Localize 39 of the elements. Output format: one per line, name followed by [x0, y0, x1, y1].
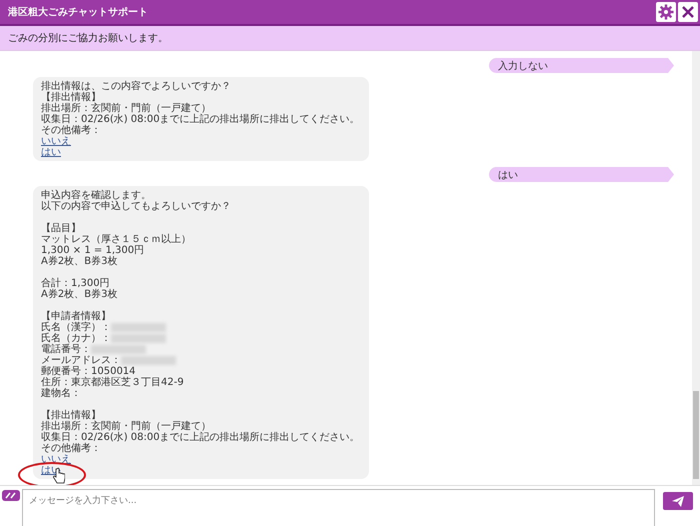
message-text: 1,300 × 1 = 1,300円	[41, 245, 144, 256]
message-text: 合計：1,300円	[41, 278, 110, 289]
message-text: 氏名（カナ）：	[41, 333, 111, 344]
notice-text: ごみの分別にご協力お願いします。	[8, 32, 168, 45]
message-text: 以下の内容で申込してもよろしいですか？	[41, 201, 231, 212]
message-text: A券2枚、B券3枚	[41, 256, 118, 267]
message-text: マットレス（厚さ１５ｃｍ以上）	[41, 234, 191, 245]
message-text: 排出場所：玄関前・門前（一戸建て）	[41, 421, 211, 432]
close-button[interactable]	[678, 2, 698, 22]
message-text: 【排出情報】	[41, 410, 101, 421]
message-text: 建物名：	[41, 388, 81, 399]
window-title: 港区粗大ごみチャットサポート	[8, 6, 149, 19]
message-text: 郵便番号：1050014	[41, 366, 136, 377]
send-button[interactable]	[663, 492, 693, 510]
settings-button[interactable]	[656, 2, 676, 22]
message-input[interactable]: メッセージを入力下さい...	[22, 489, 655, 526]
close-icon	[681, 5, 695, 19]
message-text: 収集日：02/26(水) 08:00までに上記の排出場所に排出してください。	[41, 432, 360, 443]
message-text: 排出情報は、この内容でよろしいですか？	[41, 81, 231, 92]
message-text: 排出場所：玄関前・門前（一戸建て）	[41, 103, 211, 114]
send-icon	[672, 496, 684, 506]
settings-icon	[658, 4, 674, 20]
message-text: 収集日：02/26(水) 08:00までに上記の排出場所に排出してください。	[41, 114, 360, 125]
user-message-bubble: はい	[489, 167, 674, 182]
message-text: A券2枚、B券3枚	[41, 289, 118, 300]
message-text: その他備考：	[41, 125, 101, 136]
message-text: 住所：東京都港区芝３丁目42-9	[41, 377, 184, 388]
message-text: 申込内容を確認します。	[41, 190, 151, 201]
message-text: その他備考：	[41, 443, 101, 454]
user-message-bubble: 入力しない	[489, 58, 674, 73]
scrollbar[interactable]	[692, 51, 700, 485]
message-text: 【申請者情報】	[41, 311, 111, 322]
reply-link[interactable]: いいえ	[41, 136, 71, 147]
message-text: 【排出情報】	[41, 92, 101, 103]
reply-link[interactable]: はい	[41, 147, 61, 158]
message-text: 【品目】	[41, 223, 81, 234]
message-text: メールアドレス：	[41, 355, 121, 366]
message-text: 電話番号：	[41, 344, 91, 355]
message-text: 氏名（漢字）：	[41, 322, 111, 333]
